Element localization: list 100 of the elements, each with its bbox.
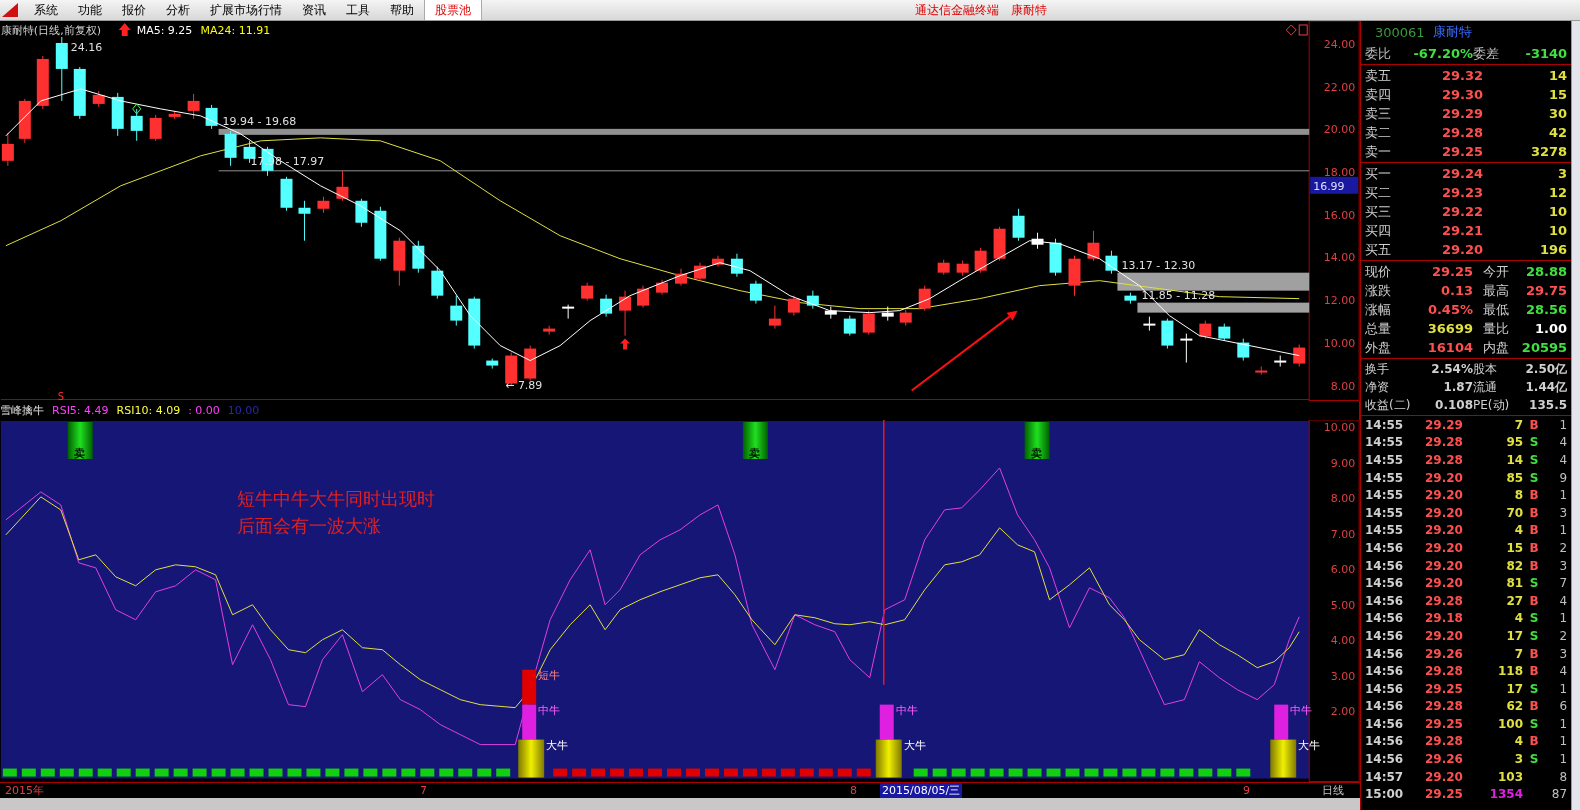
stock-name: 康耐特 <box>1432 23 1472 41</box>
trade-time: 14:56 <box>1365 716 1405 731</box>
trade-time: 14:56 <box>1365 664 1405 679</box>
order-level: 买二 <box>1365 183 1392 202</box>
axis-label: 8.00 <box>1330 492 1356 506</box>
order-price: 29.20 <box>1440 242 1483 257</box>
trade-count: 1 <box>1558 752 1568 767</box>
quote-value: 28.88 <box>1524 264 1568 279</box>
trade-side: B <box>1528 505 1540 520</box>
trade-price: 29.20 <box>1424 505 1464 520</box>
candle <box>1274 355 1287 368</box>
trade-side: B <box>1528 558 1540 573</box>
signal-square <box>477 769 492 778</box>
indicator-value: 10.00 <box>227 404 260 417</box>
candle <box>1 132 14 167</box>
menu-item[interactable]: 工具 <box>336 0 380 20</box>
signal-square <box>742 769 757 778</box>
menu-item[interactable]: 帮助 <box>380 0 424 20</box>
candle <box>581 282 594 302</box>
indicator-value: RSI10: 4.09 <box>116 404 181 417</box>
signal-label: 大牛 <box>903 739 926 753</box>
trade-time: 14:55 <box>1365 453 1405 467</box>
trade-price: 29.20 <box>1424 558 1464 573</box>
signal-square <box>458 769 473 778</box>
sell-mark: S <box>57 390 65 401</box>
trade-volume: 7 <box>1513 417 1524 432</box>
candle <box>168 110 181 120</box>
axis-label: 2.00 <box>1330 705 1356 719</box>
quote-label: 总量 <box>1365 319 1392 338</box>
quote-value: 1.00 <box>1534 321 1568 336</box>
candle <box>918 285 931 312</box>
signal-square <box>1046 769 1061 778</box>
window-icon <box>1298 24 1308 36</box>
trade-price: 29.20 <box>1424 470 1464 485</box>
trade-price: 29.25 <box>1424 716 1464 731</box>
signal-square <box>211 769 226 778</box>
order-volume: 3 <box>1557 166 1568 181</box>
trade-side: B <box>1528 646 1540 661</box>
trade-time: 14:56 <box>1365 699 1405 714</box>
candle <box>749 280 762 305</box>
axis-label: 5.00 <box>1330 599 1356 613</box>
signal-square <box>1084 769 1099 778</box>
candle <box>1049 238 1062 277</box>
candle <box>412 240 425 274</box>
candle <box>393 237 406 287</box>
order-level: 卖一 <box>1365 142 1392 161</box>
order-price: 29.32 <box>1440 68 1483 83</box>
diamond-icon <box>132 103 142 115</box>
candle <box>36 55 49 110</box>
candle <box>205 104 218 130</box>
signal-square <box>629 769 644 778</box>
candle <box>694 262 706 282</box>
order-level: 买三 <box>1365 202 1392 221</box>
axis-label: 4.00 <box>1330 634 1356 648</box>
candle <box>224 130 237 167</box>
up-arrow-icon <box>118 23 131 36</box>
signal-square <box>363 769 378 778</box>
trade-volume: 15 <box>1505 540 1524 555</box>
trade-time: 14:56 <box>1365 593 1405 608</box>
menu-item[interactable]: 系统 <box>24 0 68 20</box>
trade-side: B <box>1528 417 1540 432</box>
signal-square <box>230 769 245 778</box>
menu-item[interactable]: 报价 <box>112 0 156 20</box>
candle <box>675 268 687 287</box>
menu-item[interactable]: 分析 <box>156 0 200 20</box>
trade-price: 29.18 <box>1424 611 1464 626</box>
order-level: 卖三 <box>1365 104 1392 123</box>
quote-label: 委差 <box>1473 44 1500 63</box>
quote-value: 0.45% <box>1426 302 1473 317</box>
order-level: 买五 <box>1365 240 1392 259</box>
trade-side: S <box>1528 470 1540 485</box>
signal-square <box>648 769 662 778</box>
signal-square <box>249 769 264 778</box>
signal-square <box>116 769 131 778</box>
quote-value: 29.25 <box>1430 264 1473 279</box>
trade-volume: 62 <box>1505 699 1524 714</box>
trade-volume: 4 <box>1513 523 1524 538</box>
menu-item[interactable]: 资讯 <box>292 0 336 20</box>
menu-item[interactable]: 股票池 <box>424 0 482 20</box>
candle <box>280 176 293 212</box>
trade-price: 29.29 <box>1424 417 1464 432</box>
candle <box>1068 255 1081 297</box>
candle <box>862 310 875 336</box>
period-label: 日线 <box>1322 783 1344 798</box>
trade-volume: 82 <box>1505 558 1524 573</box>
candle <box>1087 230 1100 262</box>
menu-item[interactable]: 扩展市场行情 <box>200 0 292 20</box>
date-label: 2015年 <box>5 783 44 798</box>
trade-count: 3 <box>1558 558 1568 573</box>
trade-price: 29.20 <box>1424 488 1464 503</box>
trade-volume: 103 <box>1497 769 1524 784</box>
signal-square <box>287 769 302 778</box>
ma-value: MA5: 9.25 <box>136 24 193 37</box>
menu-item[interactable]: 功能 <box>68 0 112 20</box>
signal-square <box>1008 769 1023 778</box>
order-price: 29.28 <box>1440 125 1483 140</box>
trade-count: 3 <box>1558 505 1568 520</box>
chart-title: 康耐特(日线,前复权) <box>0 24 101 37</box>
order-price: 29.23 <box>1440 185 1483 200</box>
date-label: 9 <box>1243 784 1250 797</box>
